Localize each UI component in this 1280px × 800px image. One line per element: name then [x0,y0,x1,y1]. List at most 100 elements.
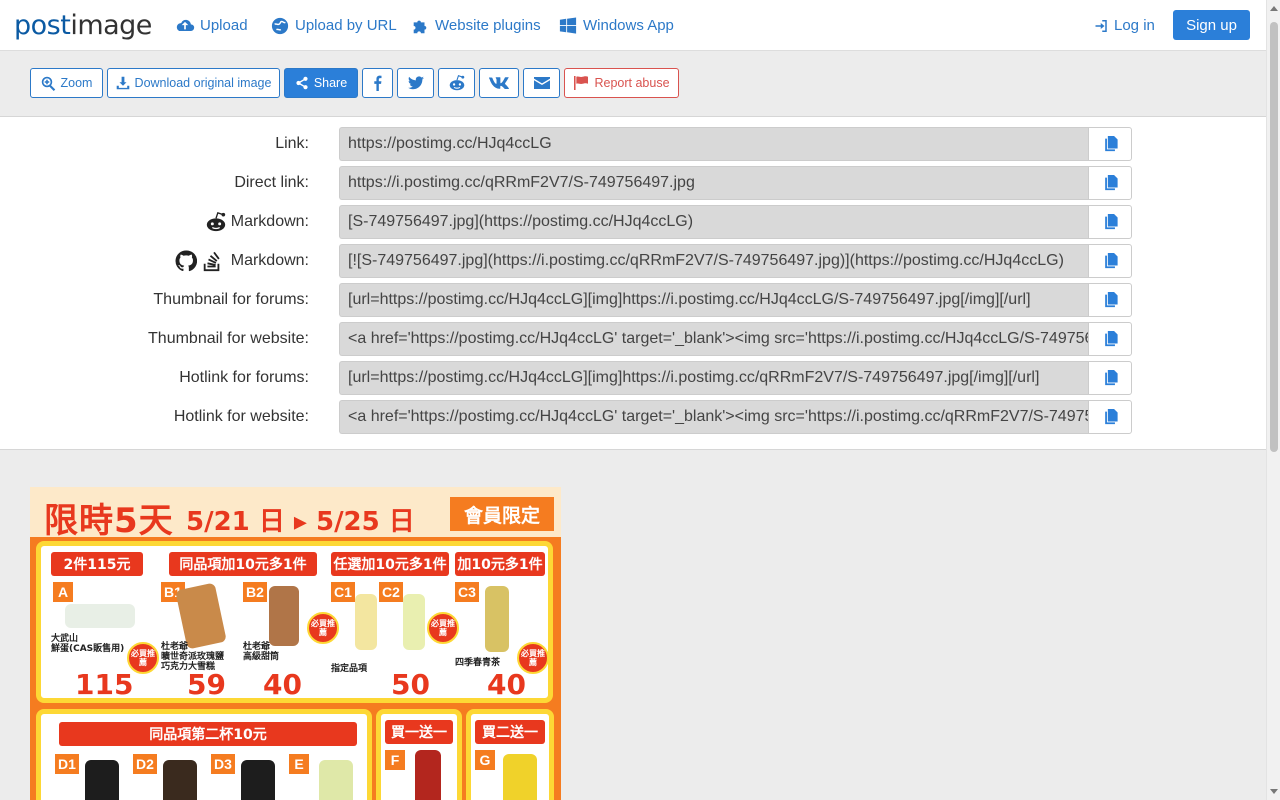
copy-button[interactable] [1088,322,1132,356]
copy-button[interactable] [1088,205,1132,239]
nav-upload[interactable]: Upload [175,0,248,51]
share-button[interactable]: Share [284,68,358,98]
top-navbar: postimage Upload Upload by URL Website p… [0,0,1266,51]
zoom-button[interactable]: Zoom [30,68,103,98]
product-tea-image [485,586,509,652]
uploaded-image-preview[interactable]: 限時5天 5/21 日 ▸ 5/25 日 會員限定 2件115元 同品項加10元… [30,487,561,800]
flyer-deals-panel-g: 買二送一 G [466,709,554,800]
price-b1: 59 [187,668,226,701]
link-field[interactable]: https://postimg.cc/HJq4ccLG [339,127,1089,161]
scroll-down-arrow-icon[interactable] [1270,789,1278,794]
price-b2: 40 [263,668,302,701]
share-email-button[interactable] [523,68,560,98]
copy-button[interactable] [1088,400,1132,434]
hotlink-forums-row: Hotlink for forums: [url=https://postimg… [0,361,1266,395]
envelope-icon [533,77,550,89]
must-buy-badge: 必買推薦 [307,612,339,644]
github-markdown-row: Markdown: [![S-749756497.jpg](https://i.… [0,244,1266,278]
copy-button[interactable] [1088,127,1132,161]
code-e: E [289,754,309,774]
code-d3: D3 [211,754,235,774]
postimage-logo[interactable]: postimage [14,10,152,41]
copy-button[interactable] [1088,361,1132,395]
product-eggs-image [65,604,135,628]
windows-icon [559,16,577,34]
copy-icon [1104,370,1118,386]
direct-link-field[interactable]: https://i.postimg.cc/qRRmF2V7/S-74975649… [339,166,1089,200]
code-f: F [385,750,405,770]
thumbnail-website-label: Thumbnail for website: [148,330,309,347]
code-b2: B2 [243,582,267,602]
deal-c-tag: 任選加10元多1件 [331,552,449,576]
nav-upload-by-url-label: Upload by URL [295,17,397,34]
reddit-icon [449,75,464,91]
must-buy-badge: 必買推薦 [427,612,459,644]
scrollbar-thumb[interactable] [1270,22,1278,452]
copy-button[interactable] [1088,166,1132,200]
copy-button[interactable] [1088,244,1132,278]
must-buy-badge: 必買推薦 [517,642,549,674]
hotlink-forums-label: Hotlink for forums: [179,369,309,386]
flyer-dates: 5/21 日 ▸ 5/25 日 [186,507,415,537]
hotlink-forums-field[interactable]: [url=https://postimg.cc/HJq4ccLG][img]ht… [339,361,1089,395]
hotlink-website-field[interactable]: <a href='https://postimg.cc/HJq4ccLG' ta… [339,400,1089,434]
signup-button[interactable]: Sign up [1173,10,1250,40]
copy-icon [1104,214,1118,230]
nav-website-plugins-label: Website plugins [435,17,541,34]
share-twitter-button[interactable] [397,68,434,98]
share-reddit-button[interactable] [438,68,475,98]
product-ice-cream-bar-image [175,582,227,650]
stack-overflow-icon [203,251,220,272]
page-scrollbar[interactable] [1266,0,1280,800]
nav-website-plugins[interactable]: Website plugins [410,0,541,51]
flag-icon [574,76,589,90]
vk-icon [489,77,509,89]
github-markdown-field[interactable]: [![S-749756497.jpg](https://i.postimg.cc… [339,244,1089,278]
price-a: 115 [75,668,134,701]
thumbnail-forums-field[interactable]: [url=https://postimg.cc/HJq4ccLG][img]ht… [339,283,1089,317]
nav-windows-app-label: Windows App [583,17,674,34]
nav-windows-app[interactable]: Windows App [558,0,674,51]
copy-button[interactable] [1088,283,1132,317]
deal-c3-tag: 加10元多1件 [455,552,545,576]
download-original-button[interactable]: Download original image [107,68,280,98]
scroll-up-arrow-icon[interactable] [1270,6,1278,11]
copy-icon [1104,331,1118,347]
report-abuse-button[interactable]: Report abuse [564,68,679,98]
code-g: G [475,750,495,770]
direct-link-row: Direct link: https://i.postimg.cc/qRRmF2… [0,166,1266,200]
product-cone-image [269,586,299,646]
product-c3-text: 四季春青茶 [455,658,501,668]
product-coffee-d1-image [85,760,119,800]
product-coffee-d3-image [241,760,275,800]
flyer-deals-panel-top: 2件115元 同品項加10元多1件 任選加10元多1件 加10元多1件 A B1… [36,541,553,703]
code-c2: C2 [379,582,403,602]
price-c: 50 [391,668,430,701]
nav-login[interactable]: Log in [1094,0,1155,51]
product-a-text: 大武山 鮮蛋(CAS販售用) [51,634,125,654]
share-vk-button[interactable] [479,68,519,98]
thumbnail-website-row: Thumbnail for website: <a href='https://… [0,322,1266,356]
copy-icon [1104,253,1118,269]
thumbnail-forums-row: Thumbnail for forums: [url=https://posti… [0,283,1266,317]
thumbnail-website-field[interactable]: <a href='https://postimg.cc/HJq4ccLG' ta… [339,322,1089,356]
globe-icon [271,17,289,34]
github-markdown-text: Markdown: [230,252,309,269]
flyer-member-only: 會員限定 [450,497,554,531]
facebook-icon [374,75,382,91]
reddit-markdown-field[interactable]: [S-749756497.jpg](https://postimg.cc/HJq… [339,205,1089,239]
copy-icon [1104,409,1118,425]
flyer-deals-panel-d: 同品項第二杯10元 D1 D2 D3 E [36,709,372,800]
twitter-icon [407,76,424,90]
reddit-markdown-label: Markdown: [205,205,309,239]
product-drink-g-image [503,754,537,800]
deal-g-tag: 買二送一 [475,720,545,744]
nav-upload-label: Upload [200,17,248,34]
deal-a-tag: 2件115元 [51,552,143,576]
code-c3: C3 [455,582,479,602]
reddit-icon [206,211,225,232]
share-facebook-button[interactable] [362,68,393,98]
code-d2: D2 [133,754,157,774]
nav-upload-by-url[interactable]: Upload by URL [270,0,397,51]
direct-link-label: Direct link: [234,174,309,191]
